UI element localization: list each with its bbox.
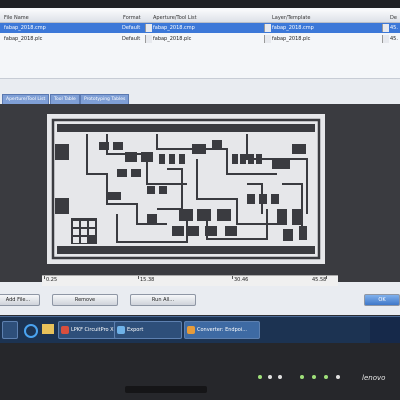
taskbar-item-label: Export — [127, 327, 144, 333]
ruler-tick — [138, 276, 139, 279]
taskbar-item-label: LPKF CircuitPro X... — [71, 327, 119, 333]
cell-extra: 45. — [390, 25, 398, 31]
remove-button[interactable]: Remove — [52, 294, 118, 306]
cell-format[interactable]: Default — [122, 34, 147, 44]
table-row[interactable]: fabap_2018.plc Default fabap_2018.plc fa… — [0, 34, 400, 44]
laptop-hinge — [125, 386, 207, 393]
screen-bezel-top — [0, 0, 400, 8]
aperture-dropdown-icon[interactable] — [264, 24, 271, 32]
run-all-button[interactable]: Run All... — [130, 294, 196, 306]
add-file-button[interactable]: Add File... — [0, 294, 40, 306]
table-row[interactable]: fabap_2018.cmp Default fabap_2018.cmp fa… — [0, 23, 400, 33]
taskbar-item-converter[interactable]: Converter: Endpoi... — [184, 321, 260, 339]
format-dropdown-icon[interactable] — [145, 24, 152, 32]
cell-aperture[interactable]: fabap_2018.plc — [153, 34, 265, 44]
aperture-dropdown-icon[interactable] — [264, 35, 271, 43]
format-dropdown-icon[interactable] — [145, 35, 152, 43]
ruler-label: 30.46 — [234, 277, 249, 283]
internet-explorer-icon[interactable] — [24, 324, 38, 338]
status-led-icon — [324, 375, 328, 379]
status-led-icon — [278, 375, 282, 379]
taskbar-item-export[interactable]: Export — [114, 321, 182, 339]
cell-layer[interactable]: fabap_2018.cmp — [272, 23, 382, 33]
file-table: File Name Format Aperture/Tool List Laye… — [0, 8, 400, 79]
cell-layer[interactable]: fabap_2018.plc — [272, 34, 382, 44]
file-explorer-icon[interactable] — [42, 324, 54, 334]
layer-dropdown-icon[interactable] — [382, 24, 389, 32]
status-led-icon — [258, 375, 262, 379]
action-button-bar: Add File... Remove Run All... OK — [0, 290, 400, 315]
ruler-label: 15.38 — [140, 277, 155, 283]
circuitpro-app-icon — [61, 326, 69, 334]
ok-button[interactable]: OK — [364, 294, 400, 306]
status-led-icon — [336, 375, 340, 379]
ruler-label: 45.58 — [312, 277, 327, 283]
layer-dropdown-icon[interactable] — [382, 35, 389, 43]
cell-extra: 45. — [390, 36, 398, 42]
status-led-icon — [268, 375, 272, 379]
ruler-label: 0.25 — [46, 277, 58, 283]
status-led-icon — [312, 375, 316, 379]
table-header: File Name Format Aperture/Tool List Laye… — [0, 10, 400, 23]
tab-bar: Aperture/Tool List Tool Table Prototypin… — [0, 94, 400, 105]
taskbar-item-label: Converter: Endpoi... — [197, 327, 247, 333]
export-app-icon — [117, 326, 125, 334]
windows-taskbar: LPKF CircuitPro X... Export Converter: E… — [0, 316, 400, 343]
system-tray[interactable] — [370, 317, 400, 343]
cell-format[interactable]: Default — [122, 23, 147, 33]
taskbar-item-circuitpro[interactable]: LPKF CircuitPro X... — [58, 321, 122, 339]
cell-aperture[interactable]: fabap_2018.cmp — [153, 23, 265, 33]
cell-file-name: fabap_2018.plc — [4, 36, 43, 42]
converter-app-icon — [187, 326, 195, 334]
horizontal-ruler: 0.25 15.38 30.46 45.58 — [42, 275, 338, 286]
start-button[interactable] — [2, 321, 18, 339]
pcb-board-preview — [47, 114, 325, 264]
status-led-icon — [300, 375, 304, 379]
ruler-tick — [232, 276, 233, 279]
lenovo-logo: lenovo — [362, 374, 386, 382]
ruler-tick — [44, 276, 45, 279]
cell-file-name: fabap_2018.cmp — [4, 25, 46, 31]
